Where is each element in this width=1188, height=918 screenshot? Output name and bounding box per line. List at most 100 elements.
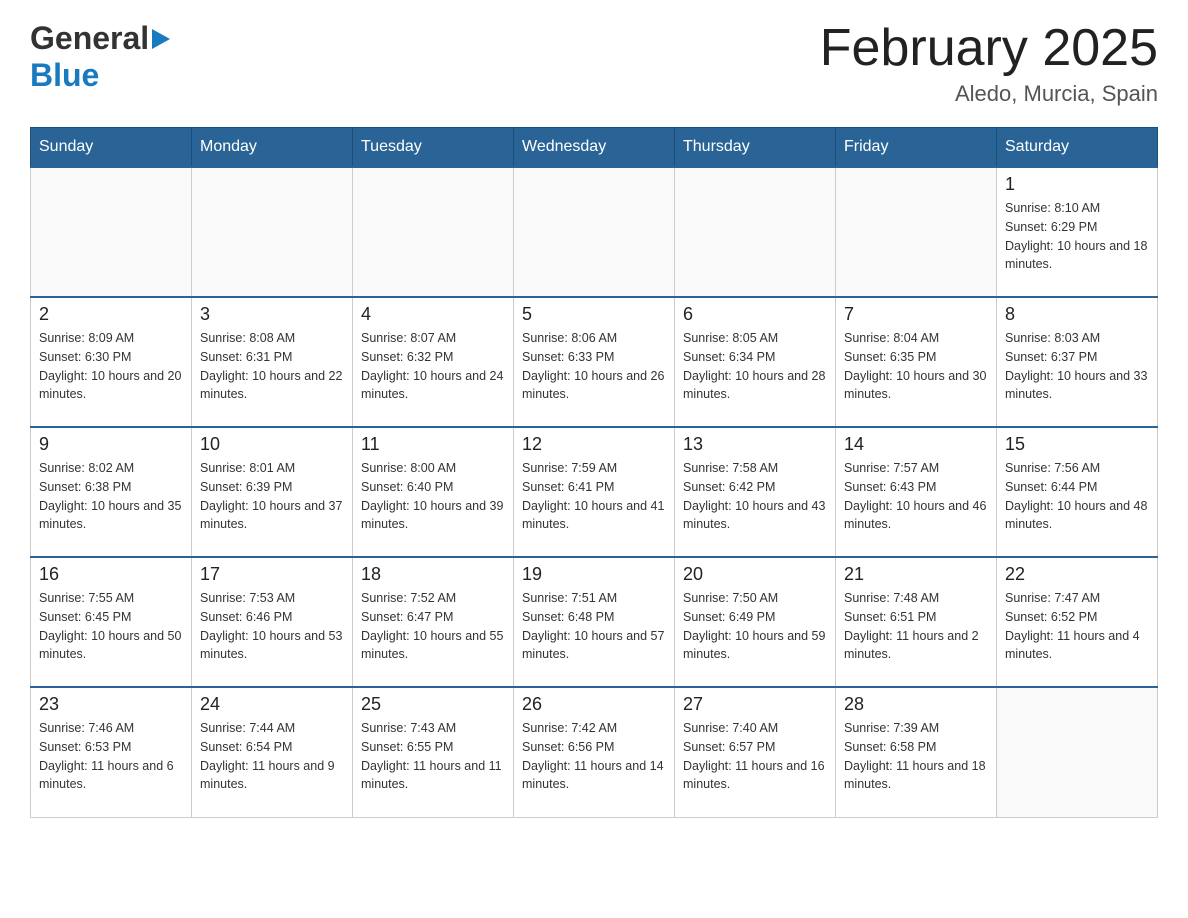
calendar-day-cell: 24 Sunrise: 7:44 AM Sunset: 6:54 PM Dayli… bbox=[192, 687, 353, 817]
day-number: 16 bbox=[39, 564, 183, 585]
day-info: Sunrise: 8:07 AM Sunset: 6:32 PM Dayligh… bbox=[361, 329, 505, 404]
col-thursday: Thursday bbox=[675, 128, 836, 168]
day-number: 18 bbox=[361, 564, 505, 585]
day-info: Sunrise: 7:57 AM Sunset: 6:43 PM Dayligh… bbox=[844, 459, 988, 534]
calendar-week-row: 2 Sunrise: 8:09 AM Sunset: 6:30 PM Daylig… bbox=[31, 297, 1158, 427]
day-number: 17 bbox=[200, 564, 344, 585]
day-info: Sunrise: 8:08 AM Sunset: 6:31 PM Dayligh… bbox=[200, 329, 344, 404]
day-number: 8 bbox=[1005, 304, 1149, 325]
day-info: Sunrise: 7:56 AM Sunset: 6:44 PM Dayligh… bbox=[1005, 459, 1149, 534]
calendar-week-row: 1 Sunrise: 8:10 AM Sunset: 6:29 PM Daylig… bbox=[31, 167, 1158, 297]
calendar-day-cell: 19 Sunrise: 7:51 AM Sunset: 6:48 PM Dayli… bbox=[514, 557, 675, 687]
col-tuesday: Tuesday bbox=[353, 128, 514, 168]
calendar-day-cell: 20 Sunrise: 7:50 AM Sunset: 6:49 PM Dayli… bbox=[675, 557, 836, 687]
calendar-day-cell bbox=[353, 167, 514, 297]
day-info: Sunrise: 8:02 AM Sunset: 6:38 PM Dayligh… bbox=[39, 459, 183, 534]
location-label: Aledo, Murcia, Spain bbox=[820, 81, 1158, 107]
col-wednesday: Wednesday bbox=[514, 128, 675, 168]
calendar-header-row: Sunday Monday Tuesday Wednesday Thursday… bbox=[31, 128, 1158, 168]
day-info: Sunrise: 7:58 AM Sunset: 6:42 PM Dayligh… bbox=[683, 459, 827, 534]
day-number: 12 bbox=[522, 434, 666, 455]
day-number: 28 bbox=[844, 694, 988, 715]
day-number: 11 bbox=[361, 434, 505, 455]
day-info: Sunrise: 7:51 AM Sunset: 6:48 PM Dayligh… bbox=[522, 589, 666, 664]
col-monday: Monday bbox=[192, 128, 353, 168]
day-number: 9 bbox=[39, 434, 183, 455]
day-info: Sunrise: 8:06 AM Sunset: 6:33 PM Dayligh… bbox=[522, 329, 666, 404]
day-info: Sunrise: 8:00 AM Sunset: 6:40 PM Dayligh… bbox=[361, 459, 505, 534]
calendar-week-row: 16 Sunrise: 7:55 AM Sunset: 6:45 PM Dayli… bbox=[31, 557, 1158, 687]
day-info: Sunrise: 7:43 AM Sunset: 6:55 PM Dayligh… bbox=[361, 719, 505, 794]
day-info: Sunrise: 8:04 AM Sunset: 6:35 PM Dayligh… bbox=[844, 329, 988, 404]
calendar-day-cell bbox=[675, 167, 836, 297]
calendar-day-cell: 3 Sunrise: 8:08 AM Sunset: 6:31 PM Daylig… bbox=[192, 297, 353, 427]
calendar-day-cell: 2 Sunrise: 8:09 AM Sunset: 6:30 PM Daylig… bbox=[31, 297, 192, 427]
day-info: Sunrise: 7:50 AM Sunset: 6:49 PM Dayligh… bbox=[683, 589, 827, 664]
calendar-day-cell: 4 Sunrise: 8:07 AM Sunset: 6:32 PM Daylig… bbox=[353, 297, 514, 427]
calendar-day-cell bbox=[997, 687, 1158, 817]
day-info: Sunrise: 7:47 AM Sunset: 6:52 PM Dayligh… bbox=[1005, 589, 1149, 664]
calendar-day-cell: 21 Sunrise: 7:48 AM Sunset: 6:51 PM Dayli… bbox=[836, 557, 997, 687]
day-info: Sunrise: 7:42 AM Sunset: 6:56 PM Dayligh… bbox=[522, 719, 666, 794]
day-info: Sunrise: 8:05 AM Sunset: 6:34 PM Dayligh… bbox=[683, 329, 827, 404]
col-saturday: Saturday bbox=[997, 128, 1158, 168]
day-number: 6 bbox=[683, 304, 827, 325]
day-number: 13 bbox=[683, 434, 827, 455]
day-info: Sunrise: 8:10 AM Sunset: 6:29 PM Dayligh… bbox=[1005, 199, 1149, 274]
calendar-day-cell: 6 Sunrise: 8:05 AM Sunset: 6:34 PM Daylig… bbox=[675, 297, 836, 427]
calendar-day-cell: 14 Sunrise: 7:57 AM Sunset: 6:43 PM Dayli… bbox=[836, 427, 997, 557]
day-number: 10 bbox=[200, 434, 344, 455]
title-section: February 2025 Aledo, Murcia, Spain bbox=[820, 20, 1158, 107]
day-info: Sunrise: 7:48 AM Sunset: 6:51 PM Dayligh… bbox=[844, 589, 988, 664]
calendar-day-cell: 5 Sunrise: 8:06 AM Sunset: 6:33 PM Daylig… bbox=[514, 297, 675, 427]
logo: General Blue bbox=[30, 20, 170, 94]
calendar-day-cell: 16 Sunrise: 7:55 AM Sunset: 6:45 PM Dayli… bbox=[31, 557, 192, 687]
day-info: Sunrise: 7:52 AM Sunset: 6:47 PM Dayligh… bbox=[361, 589, 505, 664]
day-number: 7 bbox=[844, 304, 988, 325]
day-number: 25 bbox=[361, 694, 505, 715]
calendar-day-cell: 10Sunrise: 8:01 AM Sunset: 6:39 PM Dayli… bbox=[192, 427, 353, 557]
col-friday: Friday bbox=[836, 128, 997, 168]
day-number: 14 bbox=[844, 434, 988, 455]
calendar-day-cell: 23 Sunrise: 7:46 AM Sunset: 6:53 PM Dayli… bbox=[31, 687, 192, 817]
day-number: 23 bbox=[39, 694, 183, 715]
calendar-day-cell: 15 Sunrise: 7:56 AM Sunset: 6:44 PM Dayli… bbox=[997, 427, 1158, 557]
calendar-day-cell: 28Sunrise: 7:39 AM Sunset: 6:58 PM Dayli… bbox=[836, 687, 997, 817]
day-info: Sunrise: 7:53 AM Sunset: 6:46 PM Dayligh… bbox=[200, 589, 344, 664]
day-number: 15 bbox=[1005, 434, 1149, 455]
calendar-day-cell: 11 Sunrise: 8:00 AM Sunset: 6:40 PM Dayli… bbox=[353, 427, 514, 557]
month-title: February 2025 bbox=[820, 20, 1158, 77]
day-number: 20 bbox=[683, 564, 827, 585]
page-header: General Blue February 2025 Aledo, Murcia… bbox=[30, 20, 1158, 107]
calendar-day-cell bbox=[836, 167, 997, 297]
calendar-day-cell bbox=[514, 167, 675, 297]
day-info: Sunrise: 8:03 AM Sunset: 6:37 PM Dayligh… bbox=[1005, 329, 1149, 404]
day-number: 4 bbox=[361, 304, 505, 325]
logo-blue-text: Blue bbox=[30, 57, 99, 93]
calendar-day-cell bbox=[31, 167, 192, 297]
calendar-day-cell: 7 Sunrise: 8:04 AM Sunset: 6:35 PM Daylig… bbox=[836, 297, 997, 427]
calendar-day-cell: 22Sunrise: 7:47 AM Sunset: 6:52 PM Dayli… bbox=[997, 557, 1158, 687]
day-info: Sunrise: 7:59 AM Sunset: 6:41 PM Dayligh… bbox=[522, 459, 666, 534]
day-number: 1 bbox=[1005, 174, 1149, 195]
day-number: 26 bbox=[522, 694, 666, 715]
calendar-day-cell: 18 Sunrise: 7:52 AM Sunset: 6:47 PM Dayli… bbox=[353, 557, 514, 687]
calendar-week-row: 9 Sunrise: 8:02 AM Sunset: 6:38 PM Daylig… bbox=[31, 427, 1158, 557]
calendar-day-cell: 1 Sunrise: 8:10 AM Sunset: 6:29 PM Daylig… bbox=[997, 167, 1158, 297]
calendar-day-cell: 12 Sunrise: 7:59 AM Sunset: 6:41 PM Dayli… bbox=[514, 427, 675, 557]
col-sunday: Sunday bbox=[31, 128, 192, 168]
day-number: 3 bbox=[200, 304, 344, 325]
calendar-table: Sunday Monday Tuesday Wednesday Thursday… bbox=[30, 127, 1158, 818]
day-info: Sunrise: 7:46 AM Sunset: 6:53 PM Dayligh… bbox=[39, 719, 183, 794]
calendar-day-cell: 9 Sunrise: 8:02 AM Sunset: 6:38 PM Daylig… bbox=[31, 427, 192, 557]
day-number: 2 bbox=[39, 304, 183, 325]
day-info: Sunrise: 7:55 AM Sunset: 6:45 PM Dayligh… bbox=[39, 589, 183, 664]
day-info: Sunrise: 8:09 AM Sunset: 6:30 PM Dayligh… bbox=[39, 329, 183, 404]
logo-arrow-icon bbox=[152, 29, 170, 54]
day-number: 24 bbox=[200, 694, 344, 715]
day-info: Sunrise: 7:44 AM Sunset: 6:54 PM Dayligh… bbox=[200, 719, 344, 794]
calendar-day-cell: 8 Sunrise: 8:03 AM Sunset: 6:37 PM Daylig… bbox=[997, 297, 1158, 427]
day-number: 5 bbox=[522, 304, 666, 325]
day-number: 19 bbox=[522, 564, 666, 585]
day-number: 21 bbox=[844, 564, 988, 585]
